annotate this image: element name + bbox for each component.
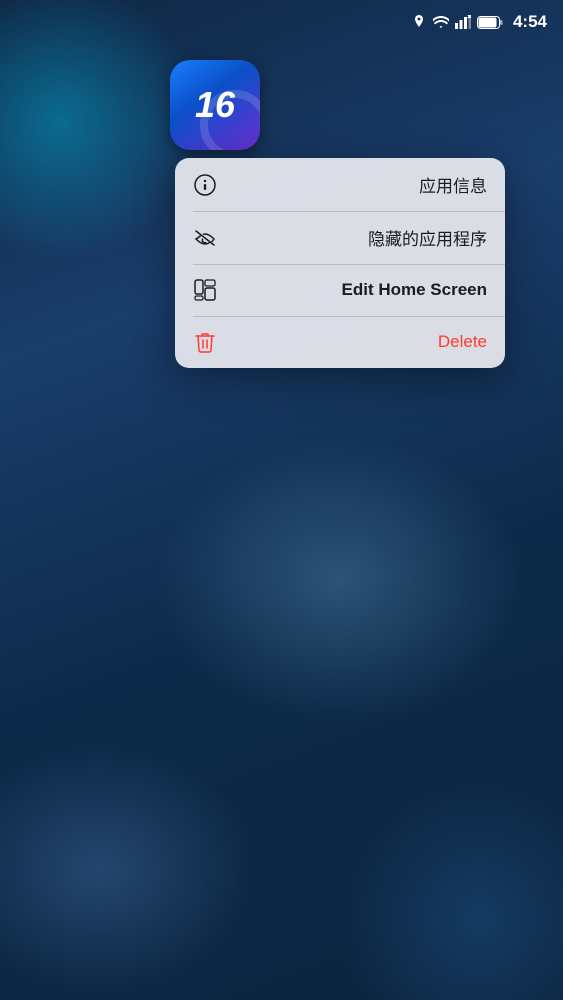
- battery-icon: [477, 14, 503, 30]
- phone-grid-icon: [193, 278, 217, 302]
- wallpaper: [0, 0, 563, 1000]
- status-bar: 4:54: [0, 0, 563, 44]
- context-menu: 应用信息 隐藏的应用程序 Edit Home Screen: [175, 158, 505, 368]
- menu-item-app-info[interactable]: 应用信息: [175, 158, 505, 211]
- status-time: 4:54: [513, 12, 547, 32]
- edit-home-screen-label: Edit Home Screen: [342, 280, 488, 300]
- app-icon-container: 16: [170, 60, 260, 150]
- trash-icon: [193, 330, 217, 354]
- hidden-apps-label: 隐藏的应用程序: [368, 225, 487, 250]
- menu-item-delete[interactable]: Delete: [175, 316, 505, 368]
- delete-label: Delete: [438, 332, 487, 352]
- menu-item-edit-home-screen[interactable]: Edit Home Screen: [175, 264, 505, 316]
- cellular-icon: [455, 14, 471, 30]
- status-icons: 4:54: [411, 12, 547, 32]
- app-icon-number: 16: [195, 84, 235, 126]
- app-icon: 16: [170, 60, 260, 150]
- menu-item-hidden-apps[interactable]: 隐藏的应用程序: [175, 211, 505, 264]
- eye-slash-icon: [193, 226, 217, 250]
- app-info-label: 应用信息: [419, 172, 487, 197]
- location-icon: [411, 14, 427, 30]
- info-circle-icon: [193, 173, 217, 197]
- wifi-icon: [433, 14, 449, 30]
